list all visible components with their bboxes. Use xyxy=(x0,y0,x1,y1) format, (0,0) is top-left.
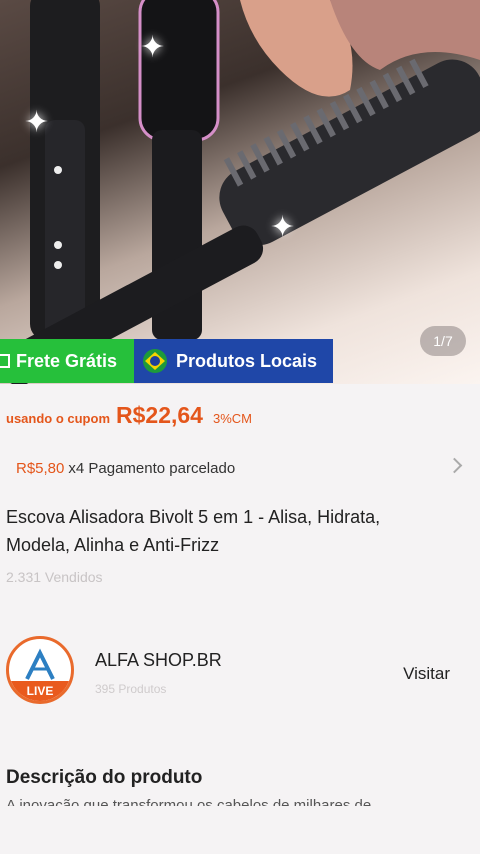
installment-text: x4 Pagamento parcelado xyxy=(68,459,236,477)
store-avatar[interactable]: LIVE xyxy=(6,636,74,704)
brazil-flag-icon xyxy=(143,349,167,373)
product-title: Escova Alisadora Bivolt 5 em 1 - Alisa, … xyxy=(6,507,381,555)
installment-amount: R$5,80 xyxy=(16,459,65,477)
truck-icon xyxy=(0,354,10,368)
installment-row[interactable]: R$5,80 x4 Pagamento parcelado xyxy=(0,448,480,488)
sparkle-icon: ✦ xyxy=(24,106,50,139)
description-title: Descrição do produto xyxy=(6,767,203,788)
sparkle-icon: ✦ xyxy=(140,31,166,64)
local-products-tag: Produtos Locais xyxy=(134,339,333,383)
coupon-label: usando o cupom xyxy=(6,411,110,426)
price-value: R$22,64 xyxy=(116,402,203,428)
free-shipping-label: Frete Grátis xyxy=(16,350,118,371)
sparkle-icon: ✦ xyxy=(270,211,296,244)
visit-store-button[interactable]: Visitar xyxy=(403,664,450,684)
price-row: usando o cupom R$22,64 3%CM xyxy=(6,402,252,429)
product-image-carousel[interactable]: ✦ ✦ ✦ 1/7 Frete Grátis Produtos Locais xyxy=(0,0,480,384)
cashback-label: 3%CM xyxy=(212,411,252,426)
description-snippet: A inovação que transformou os cabelos de… xyxy=(6,798,446,806)
store-name[interactable]: ALFA SHOP.BR xyxy=(95,650,222,671)
sold-count: 2.331 Vendidos xyxy=(6,569,103,585)
store-product-count: 395 Produtos xyxy=(95,682,167,696)
product-photo xyxy=(0,0,480,384)
image-counter: 1/7 xyxy=(420,326,466,356)
live-badge: LIVE xyxy=(9,681,71,701)
local-products-label: Produtos Locais xyxy=(176,350,318,371)
free-shipping-tag: Frete Grátis xyxy=(0,339,134,383)
chevron-right-icon xyxy=(446,457,463,474)
